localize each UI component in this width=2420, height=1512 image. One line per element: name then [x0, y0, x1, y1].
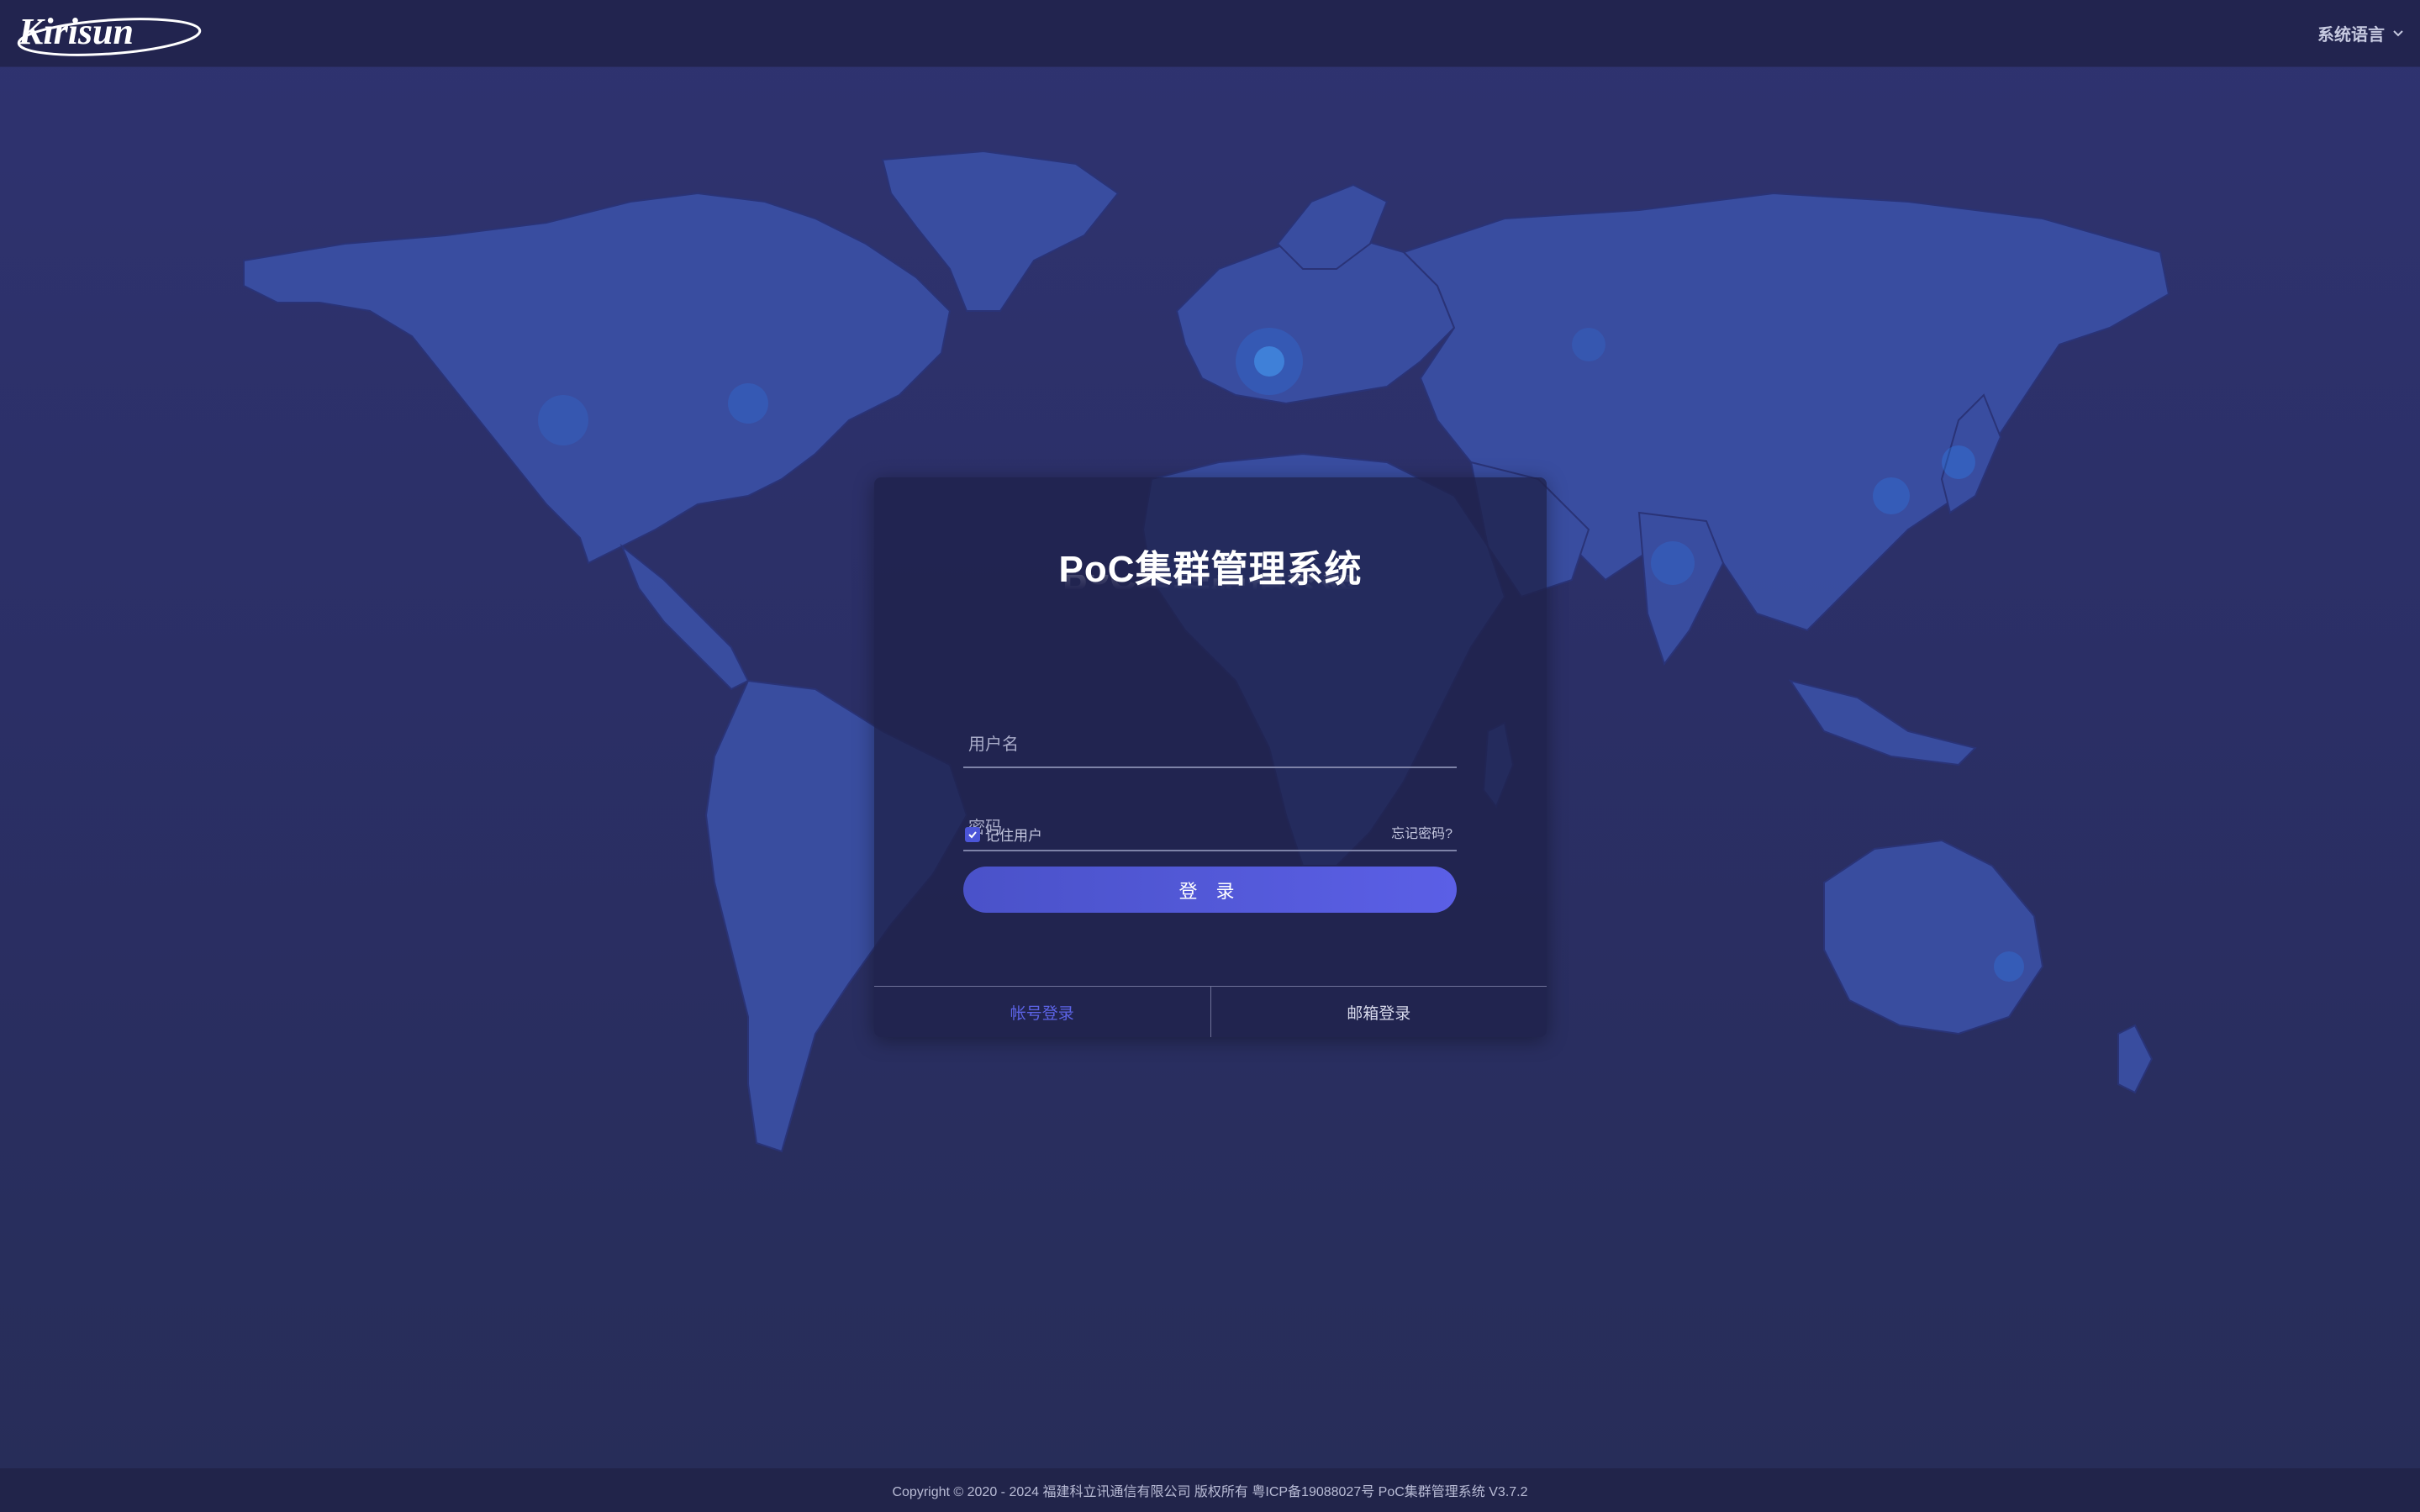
tab-account-login[interactable]: 帐号登录 [874, 987, 1210, 1037]
forgot-password-link[interactable]: 忘记密码? [1391, 822, 1453, 842]
chevron-down-icon [2393, 30, 2403, 37]
australia [1823, 839, 2044, 1035]
indonesia [1788, 679, 1977, 767]
new-zealand [2117, 1024, 2154, 1094]
page-title: PoC集群管理系统 [1058, 549, 1363, 590]
logo-text: Kirisun [18, 11, 134, 52]
kirisun-logo: Kirisun [17, 11, 202, 56]
title-block: PoC集群管理系统 PoC集群管理系统 [874, 546, 1547, 600]
india [1637, 511, 1725, 666]
tab-email-login[interactable]: 邮箱登录 [1210, 987, 1547, 1037]
login-card: PoC集群管理系统 PoC集群管理系统 记住用户 忘记密码? 登 录 帐号登录 … [874, 477, 1547, 1037]
remember-user-label: 记住用户 [985, 828, 1042, 844]
copyright-text: Copyright © 2020 - 2024 福建科立讯通信有限公司 版权所有… [892, 1485, 1528, 1499]
top-bar: Kirisun 系统语言 [0, 0, 2420, 66]
language-selector[interactable]: 系统语言 [2317, 20, 2405, 45]
username-input[interactable] [963, 723, 1457, 767]
central-america [619, 543, 750, 691]
language-label: 系统语言 [2317, 25, 2385, 45]
login-mode-tabs: 帐号登录 邮箱登录 [874, 986, 1547, 1037]
checkbox-checked-icon [965, 826, 980, 842]
remember-user-checkbox[interactable]: 记住用户 [965, 824, 1042, 845]
login-button[interactable]: 登 录 [963, 867, 1457, 913]
north-america [243, 192, 952, 565]
footer: Copyright © 2020 - 2024 福建科立讯通信有限公司 版权所有… [0, 1468, 2420, 1512]
username-field-wrapper [963, 723, 1457, 768]
